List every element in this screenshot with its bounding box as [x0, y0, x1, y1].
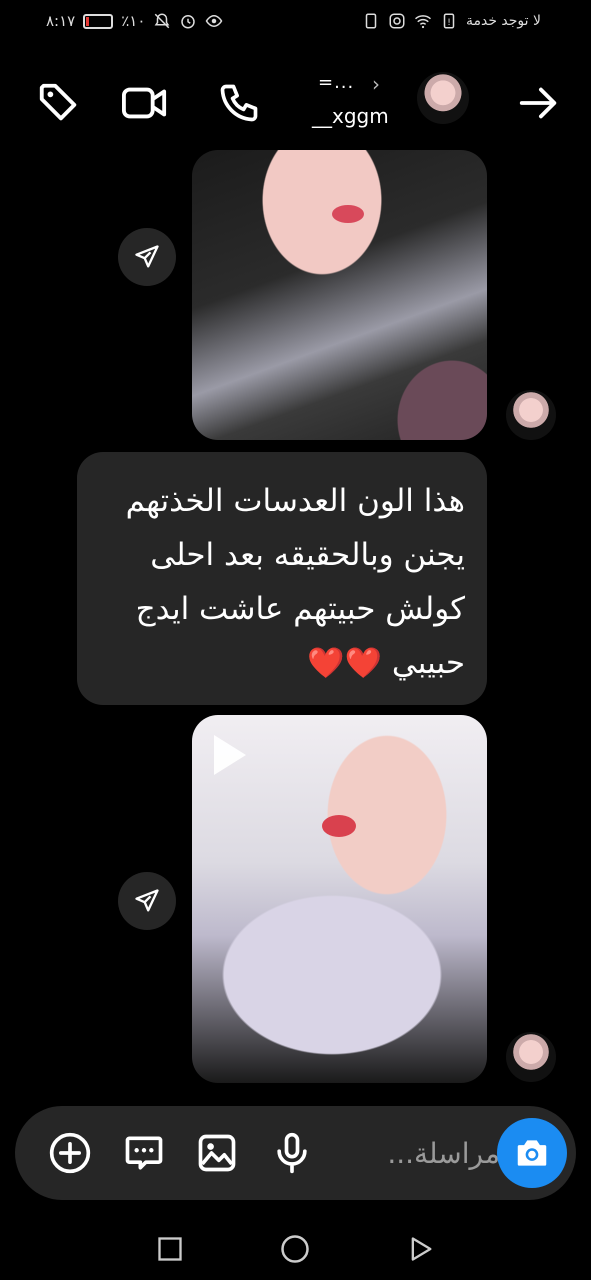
sender-avatar-2[interactable] [506, 1032, 556, 1082]
conversation-title[interactable]: =... › __xggm [300, 72, 400, 132]
play-icon[interactable] [214, 735, 246, 775]
share-button-2[interactable] [118, 872, 176, 930]
sender-avatar[interactable] [506, 390, 556, 440]
wifi-icon [414, 15, 431, 29]
status-right: ! لا توجد خدمة [362, 12, 541, 30]
photo-detail [332, 205, 364, 223]
sticker-icon [125, 1136, 163, 1170]
recents-button[interactable] [150, 1229, 190, 1269]
status-time: ٨:١٧ [46, 12, 76, 30]
arrow-right-icon [519, 87, 557, 119]
eye-icon [206, 14, 223, 28]
gallery-icon [198, 1134, 236, 1172]
heart-emoji: ❤️❤️ [307, 646, 383, 681]
sticker-button[interactable] [119, 1128, 169, 1178]
tag-button[interactable] [34, 78, 84, 128]
video-call-button[interactable] [120, 78, 170, 128]
tag-icon [39, 83, 77, 121]
back-nav-button[interactable] [401, 1229, 441, 1269]
back-button[interactable] [514, 78, 564, 128]
share-button[interactable] [118, 228, 176, 286]
battery-percent: ٪١٠ [121, 12, 146, 30]
square-icon [158, 1237, 182, 1261]
add-icon [49, 1132, 91, 1174]
sim-icon [365, 13, 377, 29]
camera-button[interactable] [497, 1118, 567, 1188]
send-icon [135, 889, 159, 912]
text-message-bubble[interactable]: هذا الون العدسات الخذتهم يجنن وبالحقيقه … [77, 452, 487, 705]
alarm-icon [181, 15, 196, 29]
video-call-icon [121, 87, 167, 119]
svg-text:!: ! [447, 18, 451, 28]
no-signal-icon: ! [443, 13, 455, 29]
status-left: ٨:١٧ ٪١٠ [46, 12, 223, 30]
username: __xggm [312, 104, 389, 128]
add-button[interactable] [45, 1128, 95, 1178]
home-button[interactable] [275, 1229, 315, 1269]
mute-icon [155, 13, 170, 29]
camera-icon [517, 1140, 547, 1166]
photo-message[interactable] [192, 150, 487, 440]
chevron-right-icon: › [372, 72, 380, 96]
chat-header: =... › __xggm [0, 60, 591, 140]
send-icon [135, 245, 159, 268]
microphone-button[interactable] [267, 1128, 317, 1178]
message-text: هذا الون العدسات الخذتهم يجنن وبالحقيقه … [125, 483, 465, 681]
triangle-icon [411, 1237, 432, 1261]
status-bar: ٨:١٧ ٪١٠ ! لا توجد خدمة [0, 0, 591, 44]
phone-icon [220, 84, 258, 122]
video-detail [322, 815, 356, 837]
system-navigation-bar [0, 1215, 591, 1280]
message-composer [15, 1106, 576, 1200]
header-avatar[interactable] [417, 72, 469, 124]
video-message[interactable] [192, 715, 487, 1083]
gallery-button[interactable] [192, 1128, 242, 1178]
carrier-text: لا توجد خدمة [465, 13, 541, 29]
phone-call-button[interactable] [214, 78, 264, 128]
message-input[interactable] [360, 1130, 500, 1176]
battery-icon [83, 13, 114, 29]
microphone-icon [277, 1132, 307, 1174]
circle-icon [281, 1235, 309, 1263]
title-text: =... [318, 72, 355, 93]
instagram-icon [389, 13, 405, 29]
